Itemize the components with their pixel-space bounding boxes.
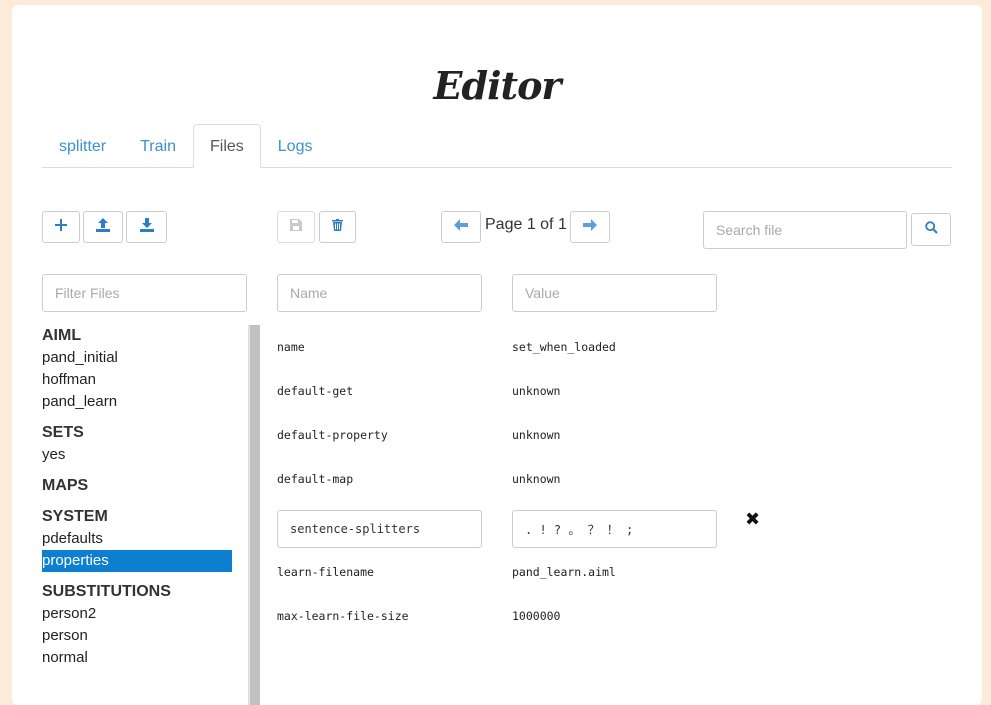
next-page-button[interactable] [570,211,610,243]
file-item[interactable]: pand_learn [42,391,232,413]
new-name-input[interactable] [277,274,482,312]
save-file-button[interactable] [277,211,315,243]
delete-file-button[interactable] [319,211,356,243]
download-file-button[interactable] [126,211,167,243]
download-icon [139,217,154,237]
group-sets: SETS [42,424,84,441]
tab-logs[interactable]: Logs [261,124,330,168]
edit-value-input[interactable] [512,510,717,548]
property-name[interactable]: learn-filename [277,565,374,579]
filter-files-input[interactable] [42,274,247,312]
property-name[interactable]: name [277,340,305,354]
file-tree-scrollbar[interactable] [248,325,260,705]
new-value-input[interactable] [512,274,717,312]
group-aiml: AIML [42,327,82,344]
file-item[interactable]: yes [42,444,232,466]
property-name[interactable]: default-get [277,384,353,398]
upload-icon [96,217,110,237]
group-system: SYSTEM [42,508,108,525]
property-name[interactable]: max-learn-file-size [277,609,409,623]
property-name[interactable]: default-property [277,428,388,442]
property-value[interactable]: 1000000 [512,609,560,623]
editor-panel: Editor splitter Train Files Logs Page 1 … [12,5,982,705]
group-maps: MAPS [42,477,89,494]
property-value[interactable]: unknown [512,428,560,442]
file-item[interactable]: hoffman [42,369,232,391]
tab-train[interactable]: Train [123,124,193,168]
floppy-icon [290,218,302,236]
arrow-left-icon [454,218,468,236]
plus-icon [55,218,67,236]
edit-name-input[interactable] [277,510,482,548]
arrow-right-icon [583,218,597,236]
property-value[interactable]: unknown [512,472,560,486]
group-substitutions: SUBSTITUTIONS [42,583,171,600]
property-name[interactable]: default-map [277,472,353,486]
tab-bar: splitter Train Files Logs [42,124,952,169]
tab-splitter[interactable]: splitter [42,124,123,168]
tab-files[interactable]: Files [192,124,261,169]
upload-file-button[interactable] [83,211,123,243]
trash-icon [332,218,343,236]
close-icon[interactable]: ✖ [745,509,760,530]
page-indicator: Page 1 of 1 [485,216,567,233]
search-file-input[interactable] [703,211,907,249]
new-file-button[interactable] [42,211,80,243]
search-icon [924,220,938,239]
file-item[interactable]: normal [42,647,232,669]
property-value[interactable]: pand_learn.aiml [512,565,616,579]
prev-page-button[interactable] [441,211,481,243]
file-item-selected[interactable]: properties [42,550,232,572]
file-item[interactable]: person2 [42,603,232,625]
file-tree: AIML pand_initial hoffman pand_learn SET… [42,325,232,669]
file-item[interactable]: pdefaults [42,528,232,550]
search-button[interactable] [911,213,951,246]
scrollbar-thumb[interactable] [250,325,260,705]
file-item[interactable]: pand_initial [42,347,232,369]
property-value[interactable]: unknown [512,384,560,398]
page-title: Editor [433,63,562,108]
property-value[interactable]: set_when_loaded [512,340,616,354]
file-item[interactable]: person [42,625,232,647]
